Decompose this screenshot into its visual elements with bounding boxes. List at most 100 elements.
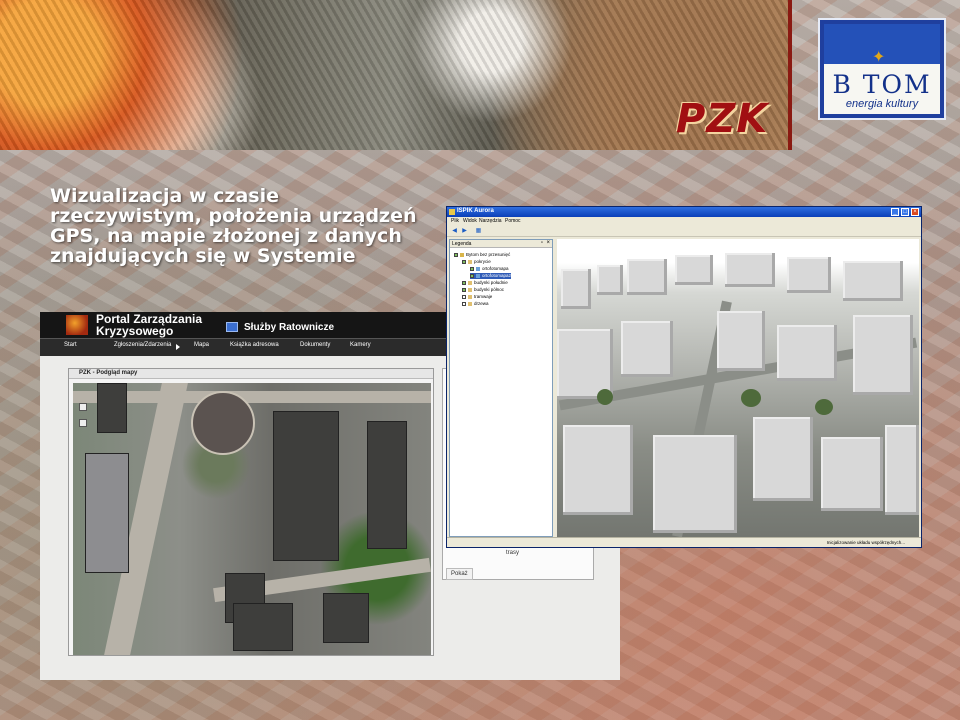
3d-building xyxy=(561,269,591,309)
layer-icon xyxy=(460,252,464,257)
minimize-button[interactable]: _ xyxy=(891,208,899,216)
3d-building xyxy=(821,437,883,511)
3d-city-view[interactable] xyxy=(557,239,919,537)
map-building xyxy=(367,421,407,549)
routes-list-item[interactable]: trasy xyxy=(506,550,519,556)
bytom-logo: B TOM ✦ energia kultury xyxy=(818,18,946,120)
layer-label: budynki południe xyxy=(474,280,508,285)
show-button[interactable]: Pokaż xyxy=(446,568,473,580)
banner-texture xyxy=(0,0,792,150)
map-building xyxy=(273,411,339,561)
layer-label: Bytom bez przesunięć xyxy=(466,252,511,257)
map-pan-control[interactable] xyxy=(79,403,87,411)
ispik-aurora-window: ISPIK Aurora _ □ × Plik Widok Narzędzia … xyxy=(446,206,922,548)
nav-start[interactable]: Start xyxy=(64,342,77,348)
nav-arrow-icon xyxy=(176,344,180,350)
3d-building xyxy=(597,265,623,295)
layer-tree-item[interactable]: drzewa xyxy=(462,301,489,307)
layer-icon xyxy=(468,287,472,292)
nav-map[interactable]: Mapa xyxy=(194,342,209,348)
pin-icon[interactable]: ▫ xyxy=(541,240,543,246)
3d-building xyxy=(777,325,837,381)
logo-tagline: energia kultury xyxy=(845,98,919,110)
legend-header: Legenda ▫ × xyxy=(450,240,552,248)
map-building xyxy=(233,603,293,651)
layer-label: budynki północ xyxy=(474,287,505,292)
banner-divider xyxy=(788,0,792,150)
menu-view[interactable]: Widok xyxy=(463,218,477,224)
layer-tree-item[interactable]: budynki północ xyxy=(462,287,504,293)
layer-tree-item[interactable]: Bytom bez przesunięć xyxy=(454,252,510,258)
layer-tree-item[interactable]: budynki południe xyxy=(462,280,508,286)
ispik-menubar: Plik Widok Narzędzia Pomoc xyxy=(447,217,921,226)
3d-tree xyxy=(597,389,613,405)
ispik-titlebar: ISPIK Aurora _ □ × xyxy=(447,207,921,217)
ispik-statusbar: Inicjalizowanie układu współrzędnych... xyxy=(447,537,921,547)
layer-tree-item[interactable]: tramwaje xyxy=(462,294,492,300)
portal-service-label[interactable]: Służby Ratownicze xyxy=(244,322,334,333)
menu-file[interactable]: Plik xyxy=(451,218,459,224)
map-window-titlebar: PZK - Podgląd mapy xyxy=(69,369,433,379)
menu-tools[interactable]: Narzędzia xyxy=(479,218,502,224)
layer-checkbox[interactable] xyxy=(462,280,466,285)
3d-building xyxy=(675,255,713,285)
status-message: Inicjalizowanie układu współrzędnych... xyxy=(826,540,905,545)
back-arrow-icon[interactable]: ◀ xyxy=(451,228,458,235)
layer-checkbox[interactable] xyxy=(462,287,466,292)
layer-icon xyxy=(476,273,480,278)
layer-checkbox[interactable] xyxy=(454,252,458,257)
forward-arrow-icon[interactable]: ▶ xyxy=(461,228,468,235)
layer-tree-item[interactable]: ortofotomapa2 xyxy=(470,273,512,279)
menu-help[interactable]: Pomoc xyxy=(505,218,521,224)
3d-tree xyxy=(815,399,833,415)
map-round-building xyxy=(191,391,255,455)
3d-building xyxy=(787,257,831,293)
3d-building xyxy=(621,321,673,377)
3d-building xyxy=(627,259,667,295)
layer-checkbox[interactable] xyxy=(462,259,466,264)
layer-tree-item[interactable]: pokrycie xyxy=(462,259,491,265)
3d-building xyxy=(653,435,737,533)
orthophoto-map[interactable] xyxy=(73,383,431,655)
layer-icon xyxy=(468,280,472,285)
close-button[interactable]: × xyxy=(911,208,919,216)
nav-cameras[interactable]: Kamery xyxy=(350,342,371,348)
portal-title: Portal Zarządzania Kryzysowego xyxy=(96,312,203,338)
3d-tree xyxy=(741,389,761,407)
app-icon xyxy=(449,209,455,215)
3d-building xyxy=(753,417,813,501)
layer-checkbox[interactable] xyxy=(462,294,466,299)
map-window-title: PZK - Podgląd mapy xyxy=(79,370,138,376)
3d-building xyxy=(853,315,913,395)
logo-star-icon: ✦ xyxy=(872,49,886,66)
layer-label: ortofotomapa xyxy=(482,266,509,271)
layer-label: drzewa xyxy=(474,301,489,306)
layers-icon[interactable]: ▦ xyxy=(475,228,482,235)
nav-address-book[interactable]: Książka adresowa xyxy=(230,342,279,348)
ispik-window-title: ISPIK Aurora xyxy=(457,208,494,214)
nav-reports[interactable]: Zgłoszenia/Zdarzenia xyxy=(114,342,171,348)
rescue-services-icon xyxy=(226,322,238,332)
3d-building xyxy=(725,253,775,287)
3d-building xyxy=(843,261,903,301)
map-preview-window: PZK - Podgląd mapy xyxy=(68,368,434,656)
layer-icon xyxy=(468,294,472,299)
layer-checkbox[interactable] xyxy=(470,273,474,278)
portal-fire-icon xyxy=(66,315,88,335)
maximize-button[interactable]: □ xyxy=(901,208,909,216)
map-building xyxy=(323,593,369,643)
nav-documents[interactable]: Dokumenty xyxy=(300,342,330,348)
layer-tree-item[interactable]: ortofotomapa xyxy=(470,266,509,272)
layer-icon xyxy=(476,266,480,271)
logo-name: B TOM xyxy=(832,70,932,99)
legend-close-icon[interactable]: × xyxy=(546,240,550,246)
map-zoom-control[interactable] xyxy=(79,419,87,427)
3d-building xyxy=(563,425,633,515)
map-building xyxy=(85,453,129,573)
layer-icon xyxy=(468,259,472,264)
layer-checkbox[interactable] xyxy=(462,301,466,306)
layer-checkbox[interactable] xyxy=(470,266,474,271)
bytom-logo-panel: B TOM ✦ energia kultury xyxy=(824,24,940,114)
header-banner: PZK xyxy=(0,0,792,150)
slide-headline: Wizualizacja w czasie rzeczywistym, poło… xyxy=(50,185,417,267)
